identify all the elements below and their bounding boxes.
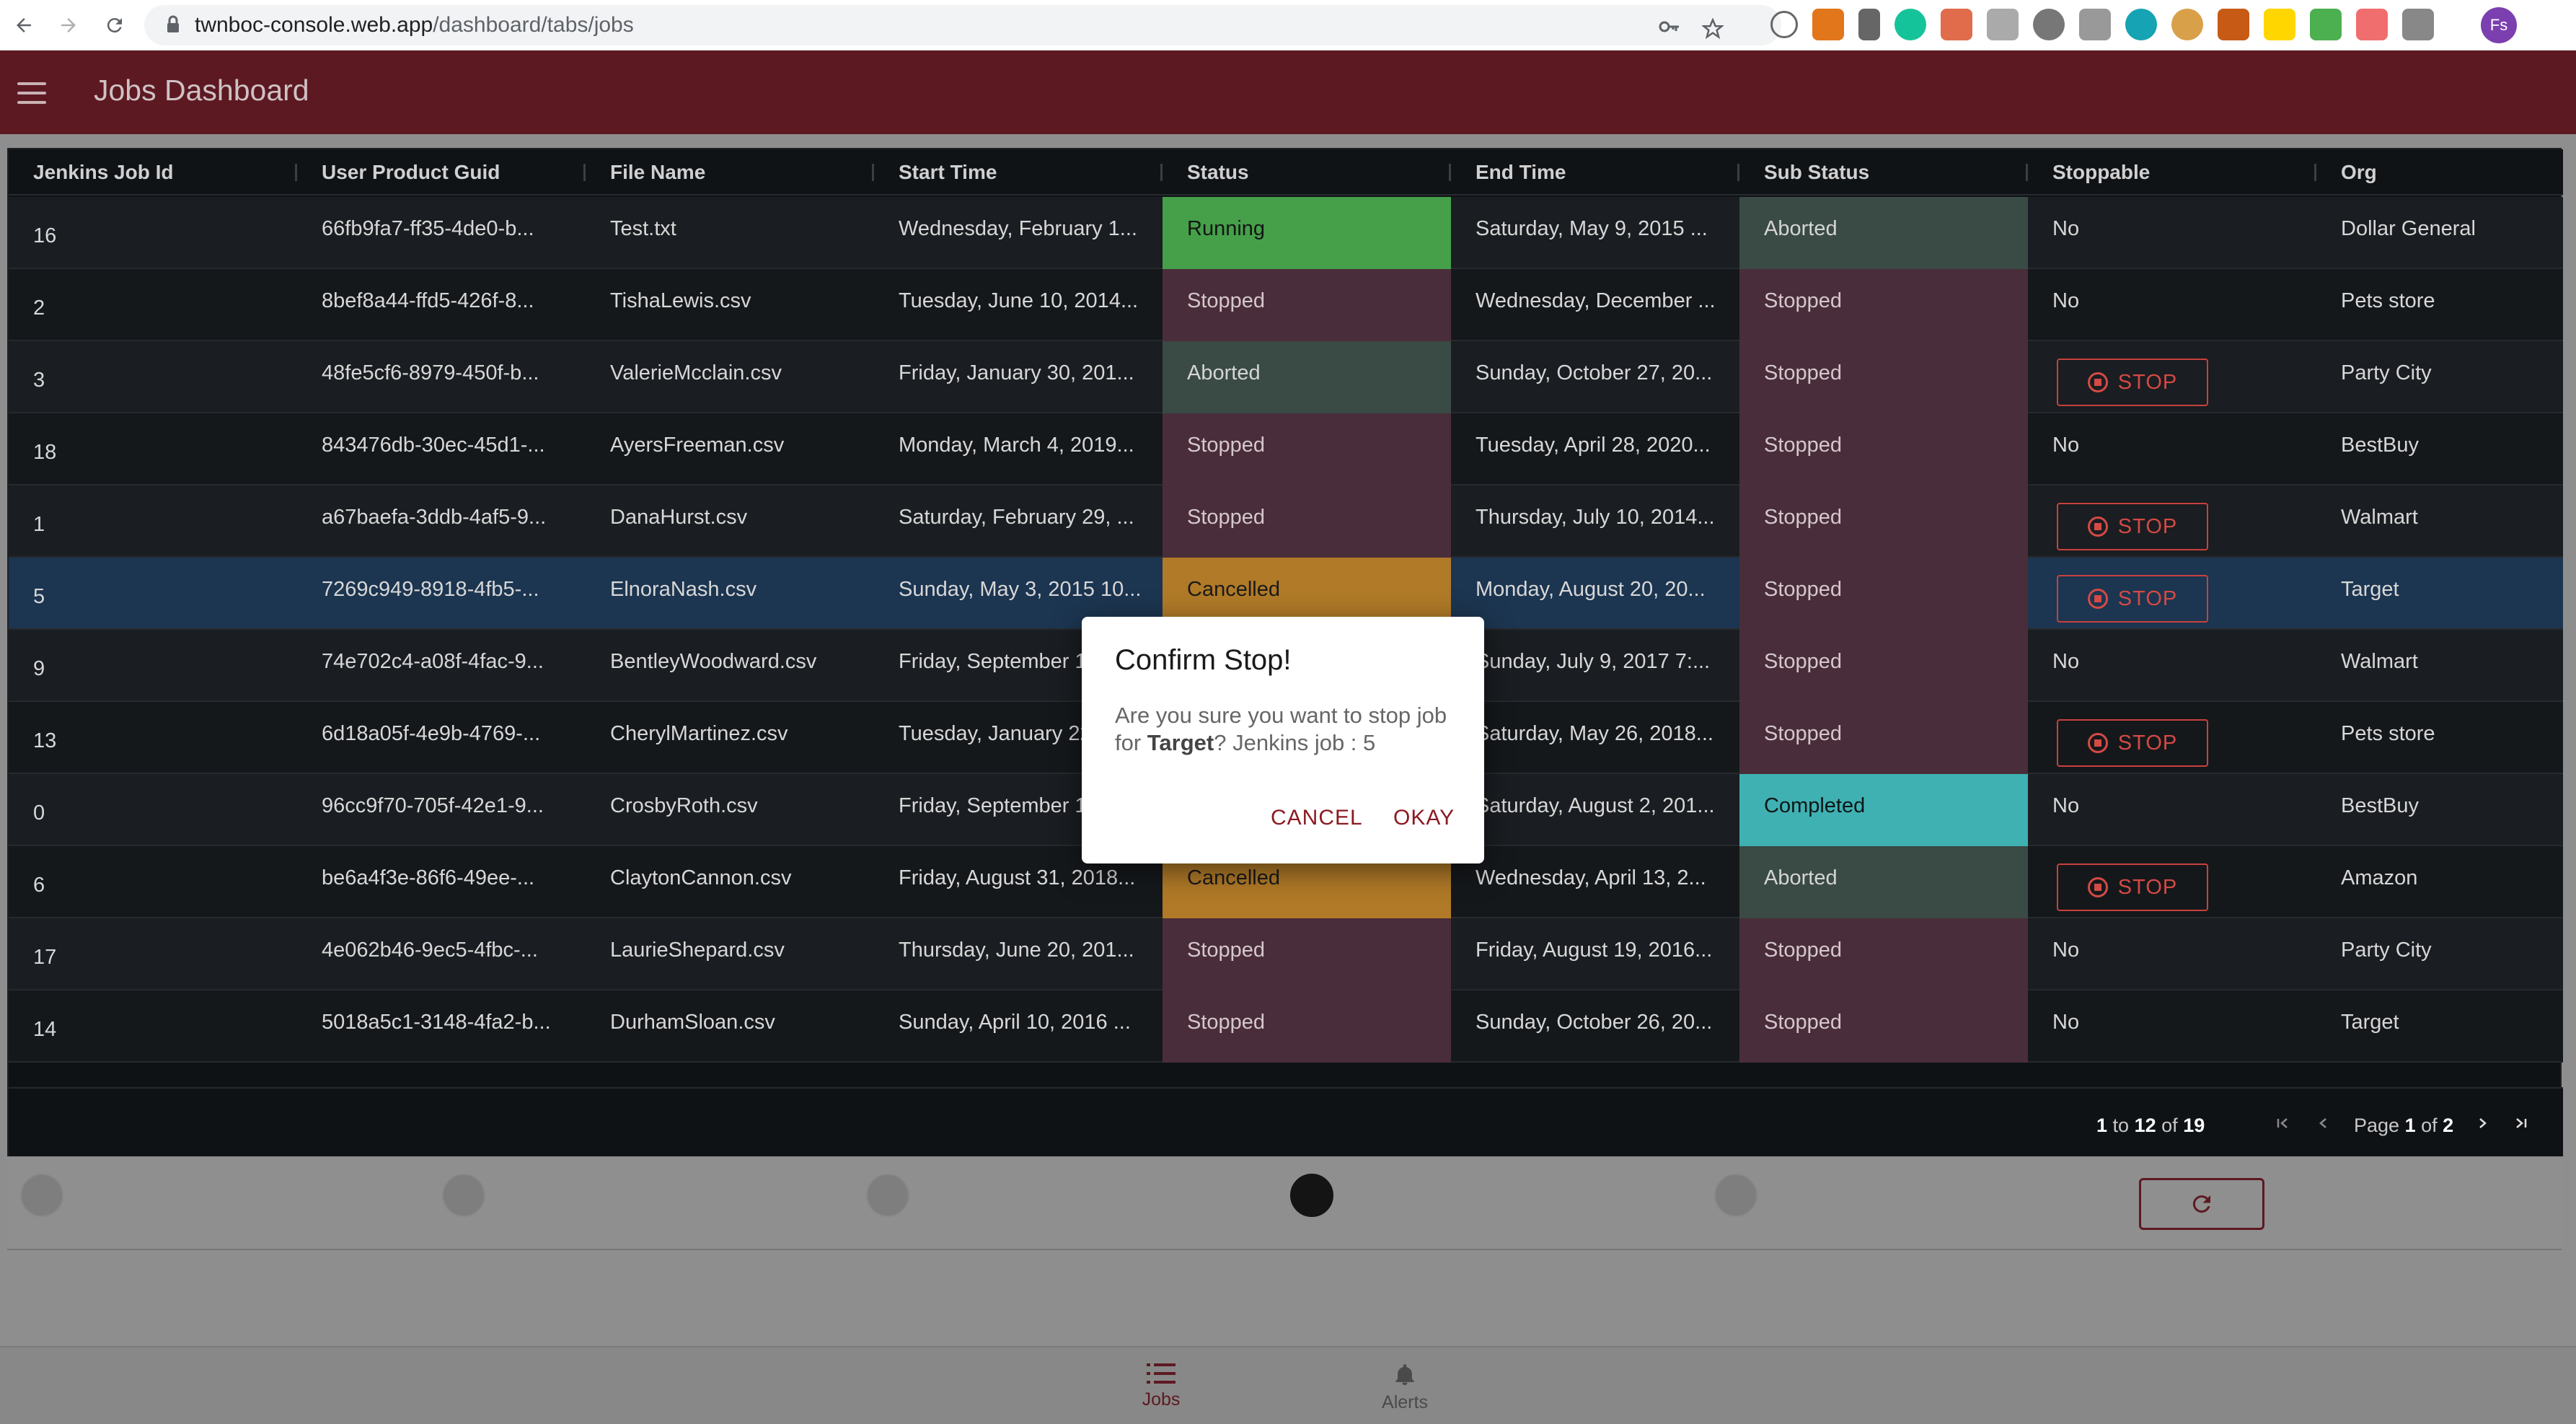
profile-avatar[interactable]: Fs: [2481, 7, 2517, 43]
extension-icon[interactable]: [2264, 9, 2295, 40]
download-icon[interactable]: [2218, 9, 2249, 40]
extension-icon[interactable]: [2402, 9, 2434, 40]
extension-icon[interactable]: [2356, 9, 2388, 40]
extension-icon[interactable]: [1770, 11, 1798, 38]
reload-icon[interactable]: [97, 7, 133, 43]
key-icon[interactable]: [1659, 18, 1680, 35]
metamask-icon[interactable]: [1812, 9, 1844, 40]
cookie-icon[interactable]: [2171, 9, 2203, 40]
cancel-button[interactable]: CANCEL: [1271, 806, 1363, 830]
okay-button[interactable]: OKAY: [1393, 806, 1455, 830]
url-path: /dashboard/tabs/jobs: [433, 13, 634, 37]
bookmark-star-icon[interactable]: [1702, 18, 1724, 40]
extension-icon[interactable]: [1987, 9, 2019, 40]
address-bar[interactable]: twnboc-console.web.app/dashboard/tabs/jo…: [144, 5, 1781, 45]
extension-icon[interactable]: [2125, 9, 2157, 40]
browser-toolbar: twnboc-console.web.app/dashboard/tabs/jo…: [0, 0, 2576, 50]
forward-icon[interactable]: [50, 7, 87, 43]
confirm-stop-dialog: Confirm Stop! Are you sure you want to s…: [1082, 617, 1484, 863]
grammarly-icon[interactable]: [1894, 9, 1926, 40]
dialog-title: Confirm Stop!: [1115, 644, 1292, 676]
back-icon[interactable]: [6, 7, 42, 43]
extension-icon[interactable]: [1858, 9, 1880, 40]
extension-icon[interactable]: [2079, 9, 2111, 40]
extension-icon[interactable]: [2310, 9, 2342, 40]
extension-icon[interactable]: [1941, 9, 1972, 40]
url-host: twnboc-console.web.app: [195, 13, 433, 37]
extension-icon[interactable]: [2033, 9, 2065, 40]
lock-icon: [167, 15, 179, 32]
dialog-message: Are you sure you want to stop job for Ta…: [1115, 703, 1447, 755]
